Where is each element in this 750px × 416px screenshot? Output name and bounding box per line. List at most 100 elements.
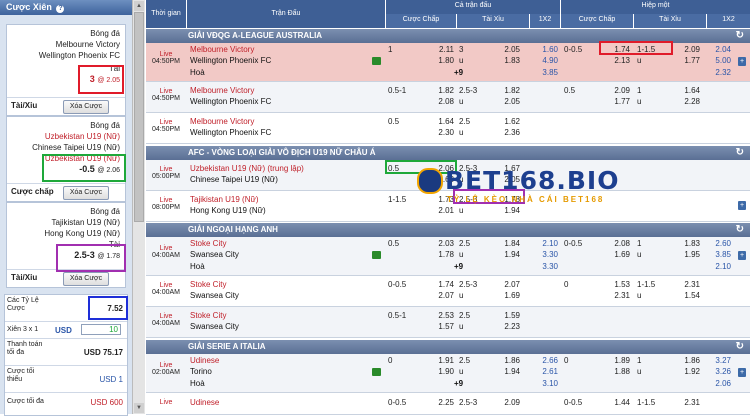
ou-under-odds[interactable]: 1.69 <box>492 291 520 300</box>
home-team[interactable]: Uzbekistan U19 (Nữ) (trung lập) <box>190 164 304 173</box>
away-team[interactable]: Swansea City <box>190 250 239 259</box>
refresh-icon[interactable]: ↻ <box>736 146 744 160</box>
handicap-home-odds[interactable]: 1.82 <box>426 86 454 95</box>
away-team[interactable]: Swansea City <box>190 322 239 331</box>
half-ou-under-odds[interactable]: 1.95 <box>672 250 700 259</box>
half-ou-under-odds[interactable]: 1.92 <box>672 367 700 376</box>
vertical-scrollbar[interactable]: ▲ ▼ <box>132 0 145 414</box>
x12-home[interactable]: 1.60 <box>530 45 558 54</box>
live-stream-icon[interactable] <box>372 57 381 65</box>
half-x12-draw[interactable]: 2.06 <box>703 379 731 388</box>
handicap-away-odds[interactable]: 2.07 <box>426 291 454 300</box>
scroll-down-icon[interactable]: ▼ <box>134 403 144 413</box>
half-handicap-home-odds[interactable]: 2.09 <box>602 86 630 95</box>
handicap-away-odds[interactable]: 1.78 <box>426 250 454 259</box>
half-ou-over-odds[interactable]: 1.64 <box>672 86 700 95</box>
home-team[interactable]: Stoke City <box>190 280 226 289</box>
remove-bet-button[interactable]: Xóa Cược <box>63 186 109 200</box>
remove-bet-button[interactable]: Xóa Cược <box>63 272 109 286</box>
scroll-thumb[interactable] <box>134 12 144 222</box>
x12-away[interactable]: 4.90 <box>530 56 558 65</box>
handicap-home-odds[interactable]: 2.53 <box>426 311 454 320</box>
half-handicap-away-odds[interactable]: 1.88 <box>602 367 630 376</box>
half-x12-away[interactable]: 5.00 <box>703 56 731 65</box>
help-icon[interactable]: ? <box>56 5 65 13</box>
away-team[interactable]: Wellington Phoenix FC <box>190 128 271 137</box>
away-team[interactable]: Chinese Taipei U19 (Nữ) <box>190 175 278 184</box>
ou-over-odds[interactable]: 1.86 <box>492 356 520 365</box>
more-markets-link[interactable]: +9 <box>454 262 463 271</box>
ou-under-odds[interactable]: 1.83 <box>492 56 520 65</box>
away-team[interactable]: Wellington Phoenix FC <box>190 97 271 106</box>
half-handicap-away-odds[interactable]: 1.77 <box>602 97 630 106</box>
live-stream-icon[interactable] <box>372 251 381 259</box>
ou-over-odds[interactable]: 2.09 <box>492 398 520 407</box>
scroll-up-icon[interactable]: ▲ <box>134 1 144 11</box>
handicap-away-odds[interactable]: 2.30 <box>426 128 454 137</box>
half-x12-away[interactable]: 3.85 <box>703 250 731 259</box>
league-header[interactable]: GIẢI SERIE A ITALIA ↻ <box>146 340 750 354</box>
half-ou-over-odds[interactable]: 2.09 <box>672 45 700 54</box>
live-stream-icon[interactable] <box>372 368 381 376</box>
handicap-home-odds[interactable]: 2.25 <box>426 398 454 407</box>
ou-over-odds[interactable]: 2.07 <box>492 280 520 289</box>
handicap-away-odds[interactable]: 1.90 <box>426 367 454 376</box>
ou-over-odds[interactable]: 1.84 <box>492 239 520 248</box>
ou-over-odds[interactable]: 1.62 <box>492 117 520 126</box>
half-ou-over-odds[interactable]: 2.31 <box>672 398 700 407</box>
x12-draw[interactable]: 3.30 <box>530 262 558 271</box>
ou-under-odds[interactable]: 1.94 <box>492 250 520 259</box>
remove-bet-button[interactable]: Xóa Cược <box>63 100 109 114</box>
add-icon[interactable]: + <box>738 57 746 66</box>
handicap-home-odds[interactable]: 1.91 <box>426 356 454 365</box>
half-ou-under-odds[interactable]: 2.28 <box>672 97 700 106</box>
ou-under-odds[interactable]: 2.23 <box>492 322 520 331</box>
half-handicap-home-odds[interactable]: 1.44 <box>602 398 630 407</box>
ou-over-odds[interactable]: 1.82 <box>492 86 520 95</box>
x12-draw[interactable]: 3.10 <box>530 379 558 388</box>
x12-home[interactable]: 2.66 <box>530 356 558 365</box>
half-ou-under-odds[interactable]: 1.54 <box>672 291 700 300</box>
half-ou-over-odds[interactable]: 2.31 <box>672 280 700 289</box>
half-ou-over-odds[interactable]: 1.83 <box>672 239 700 248</box>
half-handicap-away-odds[interactable]: 2.13 <box>602 56 630 65</box>
x12-away[interactable]: 2.61 <box>530 367 558 376</box>
ou-under-odds[interactable]: 2.36 <box>492 128 520 137</box>
home-team[interactable]: Stoke City <box>190 239 226 248</box>
half-handicap-home-odds[interactable]: 2.08 <box>602 239 630 248</box>
x12-away[interactable]: 3.30 <box>530 250 558 259</box>
half-ou-under-odds[interactable]: 1.77 <box>672 56 700 65</box>
handicap-away-odds[interactable]: 2.08 <box>426 97 454 106</box>
half-handicap-home-odds[interactable]: 1.53 <box>602 280 630 289</box>
league-header[interactable]: AFC - VÒNG LOẠI GIẢI VÔ ĐỊCH U19 NỮ CHÂU… <box>146 146 750 160</box>
half-x12-home[interactable]: 3.27 <box>703 356 731 365</box>
add-icon[interactable]: + <box>738 251 746 260</box>
home-team[interactable]: Udinese <box>190 356 219 365</box>
handicap-home-odds[interactable]: 2.03 <box>426 239 454 248</box>
half-handicap-home-odds[interactable]: 1.89 <box>602 356 630 365</box>
home-team[interactable]: Tajikistan U19 (Nữ) <box>190 195 258 204</box>
home-team[interactable]: Udinese <box>190 398 219 407</box>
away-team[interactable]: Wellington Phoenix FC <box>190 56 271 65</box>
handicap-home-odds[interactable]: 2.11 <box>426 45 454 54</box>
away-team[interactable]: Hong Kong U19 (Nữ) <box>190 206 266 215</box>
half-handicap-away-odds[interactable]: 1.69 <box>602 250 630 259</box>
half-x12-draw[interactable]: 2.32 <box>703 68 731 77</box>
half-ou-over-odds[interactable]: 1.86 <box>672 356 700 365</box>
refresh-icon[interactable]: ↻ <box>736 223 744 237</box>
more-markets-link[interactable]: +9 <box>454 379 463 388</box>
add-icon[interactable]: + <box>738 368 746 377</box>
home-team[interactable]: Melbourne Victory <box>190 86 254 95</box>
ou-over-odds[interactable]: 1.59 <box>492 311 520 320</box>
home-team[interactable]: Melbourne Victory <box>190 117 254 126</box>
handicap-away-odds[interactable]: 1.80 <box>426 56 454 65</box>
handicap-home-odds[interactable]: 1.74 <box>426 280 454 289</box>
refresh-icon[interactable]: ↻ <box>736 340 744 354</box>
stake-input[interactable]: 10 <box>81 324 121 335</box>
league-header[interactable]: GIẢI NGOẠI HẠNG ANH ↻ <box>146 223 750 237</box>
handicap-home-odds[interactable]: 1.64 <box>426 117 454 126</box>
half-x12-draw[interactable]: 2.10 <box>703 262 731 271</box>
half-x12-away[interactable]: 3.26 <box>703 367 731 376</box>
ou-under-odds[interactable]: 1.94 <box>492 367 520 376</box>
away-team[interactable]: Torino <box>190 367 212 376</box>
